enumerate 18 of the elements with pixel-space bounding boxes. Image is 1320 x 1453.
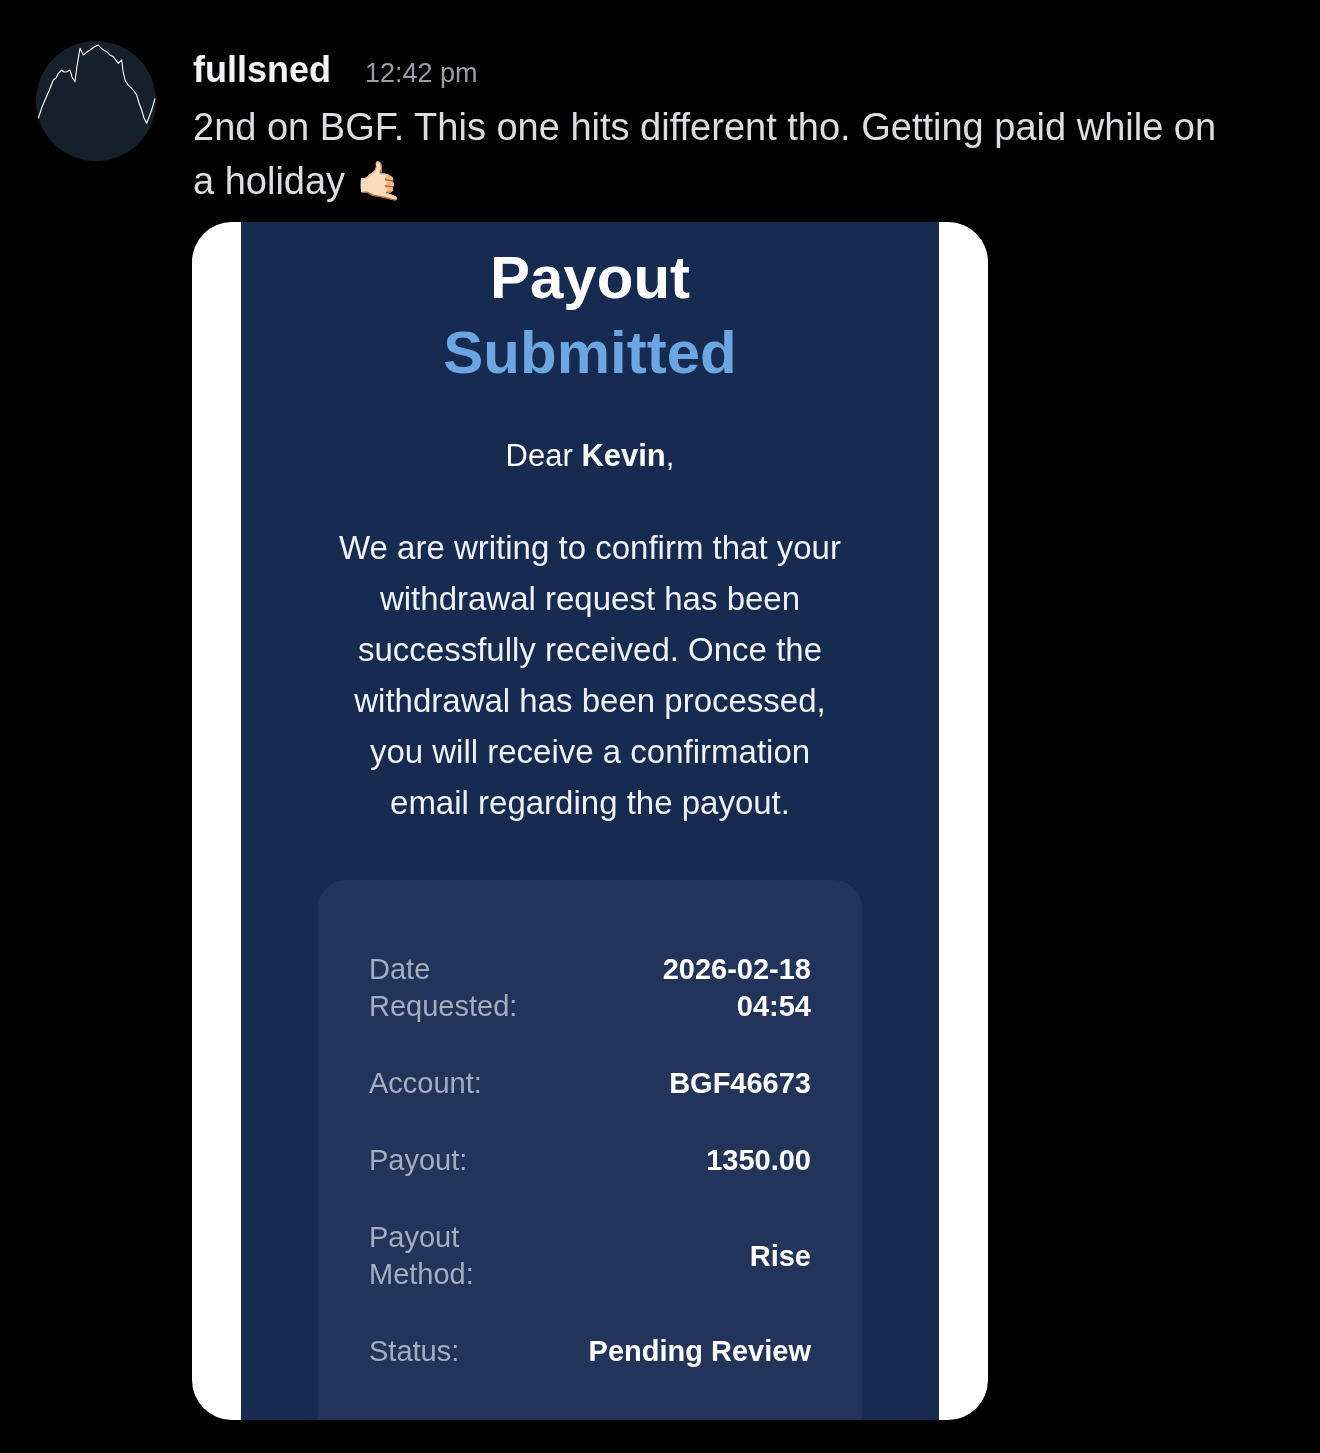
detail-value: Rise (749, 1239, 811, 1272)
detail-value: Pending Review (588, 1335, 811, 1367)
greeting-text: Dear Kevin, (505, 437, 675, 475)
detail-label: Account: (369, 1067, 482, 1099)
message-time: 12:42 pm (365, 57, 478, 90)
avatar-icon[interactable] (36, 41, 156, 161)
detail-label: Date Requested: (369, 953, 518, 1022)
detail-label: Payout Method: (369, 1221, 474, 1290)
body-text: We are writing to confirm that your withdrawal request has been successfully received. Once the withdrawal has been processed, you will receive a confirmation email regarding the payout. (338, 528, 842, 823)
detail-value: 1350.00 (706, 1144, 811, 1176)
email-title: Payout (489, 243, 690, 313)
detail-label: Payout: (369, 1144, 468, 1176)
detail-value: BGF46673 (669, 1067, 811, 1099)
email-subtitle: Submitted (443, 318, 737, 388)
detail-label: Status: (369, 1335, 460, 1367)
detail-value: 2026-02-18 04:54 (662, 953, 811, 1022)
message-text: 2nd on BGF. This one hits different tho. Getting paid while on a holiday 🤙🏻 (193, 105, 1218, 204)
username[interactable]: fullsned (193, 46, 331, 94)
